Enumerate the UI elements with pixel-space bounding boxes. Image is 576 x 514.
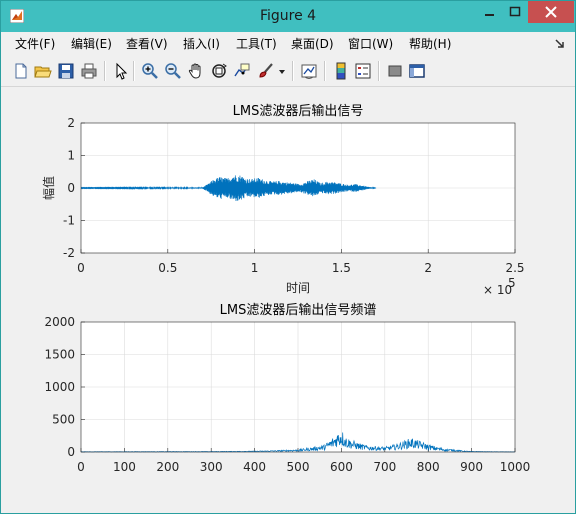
x-tick-label: 500 [287, 460, 310, 474]
pan-hand-icon[interactable] [187, 62, 205, 80]
y-tick-labels: -2 -1 0 1 2 [63, 116, 75, 260]
minimize-button[interactable] [476, 1, 502, 23]
link-plot-icon[interactable] [300, 62, 318, 80]
plot-title-time: LMS滤波器后输出信号 [233, 103, 364, 119]
y-tick-label: -1 [63, 214, 75, 228]
menu-desktop[interactable]: 桌面(D) [291, 32, 334, 56]
toolbar-separator [133, 61, 135, 81]
x-tick-label: 900 [460, 460, 483, 474]
print-icon[interactable] [80, 62, 98, 80]
x-exponent-power: 5 [508, 276, 516, 290]
menu-bar: 文件(F) 编辑(E) 查看(V) 插入(I) 工具(T) 桌面(D) 窗口(W… [1, 32, 575, 56]
menu-window[interactable]: 窗口(W) [348, 32, 393, 56]
x-tick-label: 400 [243, 460, 266, 474]
rotate-3d-icon[interactable] [210, 62, 228, 80]
y-tick-label: 1000 [44, 380, 75, 394]
open-file-icon[interactable] [34, 62, 52, 80]
y-tick-label: 0 [67, 445, 75, 459]
axes-time-signal[interactable]: 0 0.5 1 1.5 2 2.5 -2-1012 LMS滤波器后输出信号 时间 幅值 ×… [41, 103, 525, 297]
brush-icon[interactable] [257, 62, 275, 80]
x-tick-label: 0 [77, 460, 85, 474]
x-axis-label-time: 时间 [286, 281, 310, 295]
y-tick-labels: 0 500 1000 1500 2000 [44, 315, 75, 459]
menu-view[interactable]: 查看(V) [126, 32, 168, 56]
colorbar-icon[interactable] [332, 62, 350, 80]
x-tick-label: 600 [330, 460, 353, 474]
y-tick-label: 1500 [44, 348, 75, 362]
x-tick-label: 0.5 [158, 261, 177, 275]
data-cursor-icon[interactable] [233, 62, 251, 80]
title-bar[interactable]: Figure 4 [1, 1, 575, 32]
zoom-out-icon[interactable] [164, 62, 182, 80]
y-axis-label-amplitude: 幅值 [41, 176, 56, 200]
toolbar-separator [292, 61, 294, 81]
minimize-icon [485, 14, 494, 16]
legend-icon[interactable] [354, 62, 372, 80]
save-icon[interactable] [57, 62, 75, 80]
x-tick-label: 1.5 [332, 261, 351, 275]
maximize-button[interactable] [502, 1, 528, 23]
x-tick-labels: 0 0.5 1 1.5 2 2.5 [77, 261, 524, 275]
dropdown-arrow-icon[interactable] [277, 62, 287, 80]
plot-title-spectrum: LMS滤波器后输出信号频谱 [220, 302, 377, 318]
x-tick-label: 200 [156, 460, 179, 474]
x-tick-labels: 0 100 200 300 400 500 600 700 800 900 1000 [77, 460, 530, 474]
menu-tools[interactable]: 工具(T) [236, 32, 277, 56]
dock-figure-icon[interactable] [554, 36, 566, 50]
toolbar-separator [378, 61, 380, 81]
x-tick-label: 700 [373, 460, 396, 474]
figure-toolbar [1, 57, 575, 87]
toolbar-separator [104, 61, 106, 81]
new-figure-icon[interactable] [12, 62, 30, 80]
x-tick-label: 800 [417, 460, 440, 474]
figure-window: Figure 4 文件(F) 编辑(E) 查看(V) 插入(I) 工具(T) 桌… [0, 0, 576, 514]
x-tick-label: 1000 [500, 460, 531, 474]
y-tick-label: -2 [63, 246, 75, 260]
show-plot-tools-icon[interactable] [408, 62, 426, 80]
menu-insert[interactable]: 插入(I) [183, 32, 220, 56]
y-tick-label: 0 [67, 181, 75, 195]
x-tick-label: 2 [424, 261, 432, 275]
close-icon [545, 6, 557, 18]
menu-file[interactable]: 文件(F) [15, 32, 55, 56]
y-tick-label: 2 [67, 116, 75, 130]
figure-plot-svg: 0 0.5 1 1.5 2 2.5 -2-1012 LMS滤波器后输出信号 时间 幅值 ×… [41, 103, 530, 474]
hide-plot-tools-icon[interactable] [386, 62, 404, 80]
close-button[interactable] [528, 1, 574, 23]
axes-spectrum[interactable]: 0 100 200 300 400 500 600 700 800 900 1000 0 500 100… [44, 302, 530, 474]
maximize-icon [509, 6, 521, 17]
y-tick-label: 500 [52, 413, 75, 427]
y-tick-label: 2000 [44, 315, 75, 329]
x-tick-label: 300 [200, 460, 223, 474]
x-tick-label: 100 [113, 460, 136, 474]
menu-edit[interactable]: 编辑(E) [71, 32, 112, 56]
figure-canvas[interactable]: 0 0.5 1 1.5 2 2.5 -2 -1 0 1 2 LMS滤波器后输出信号 时间 幅值 ×… [1, 87, 575, 513]
x-tick-label: 2.5 [505, 261, 524, 275]
x-tick-label: 1 [251, 261, 259, 275]
zoom-in-icon[interactable] [141, 62, 159, 80]
edit-plot-arrow-icon[interactable] [112, 62, 130, 80]
toolbar-separator [324, 61, 326, 81]
y-tick-label: 1 [67, 149, 75, 163]
x-tick-label: 0 [77, 261, 85, 275]
menu-help[interactable]: 帮助(H) [409, 32, 451, 56]
